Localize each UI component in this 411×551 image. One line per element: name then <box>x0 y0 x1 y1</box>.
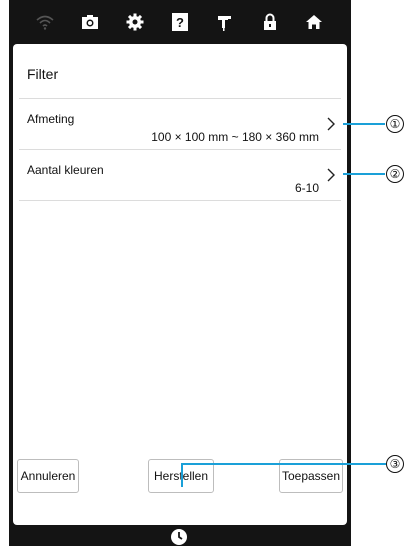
row-value-size: 100 × 100 mm ~ 180 × 360 mm <box>151 130 319 144</box>
callout-line <box>343 123 385 125</box>
chevron-right-icon <box>325 168 337 182</box>
callout-number: ② <box>386 165 404 183</box>
svg-text:?: ? <box>176 15 184 30</box>
chevron-right-icon <box>325 117 337 131</box>
divider <box>19 200 341 201</box>
callout-number: ① <box>386 115 404 133</box>
clock-icon[interactable] <box>170 528 188 546</box>
row-value-colors: 6-10 <box>294 181 319 195</box>
row-label-colors: Aantal kleuren <box>27 163 104 177</box>
row-label-size: Afmeting <box>27 112 75 126</box>
wifi-icon <box>34 11 56 33</box>
callout-number: ③ <box>386 455 404 473</box>
callout-line <box>181 463 183 487</box>
status-bar: ? <box>9 0 351 44</box>
callout-line <box>343 173 385 175</box>
help-icon[interactable]: ? <box>169 11 191 33</box>
needle-icon[interactable] <box>214 11 236 33</box>
cancel-button[interactable]: Annuleren <box>17 459 79 493</box>
filter-row-colors[interactable]: Aantal kleuren 6-10 <box>19 150 341 200</box>
filter-dialog: Filter Afmeting 100 × 100 mm ~ 180 × 360… <box>13 44 347 525</box>
filter-row-size[interactable]: Afmeting 100 × 100 mm ~ 180 × 360 mm <box>19 99 341 149</box>
dialog-title: Filter <box>27 66 59 82</box>
gear-icon[interactable] <box>124 11 146 33</box>
camera-icon[interactable] <box>79 11 101 33</box>
callout-line <box>181 463 386 465</box>
lock-icon[interactable] <box>259 11 281 33</box>
home-icon[interactable] <box>303 11 325 33</box>
